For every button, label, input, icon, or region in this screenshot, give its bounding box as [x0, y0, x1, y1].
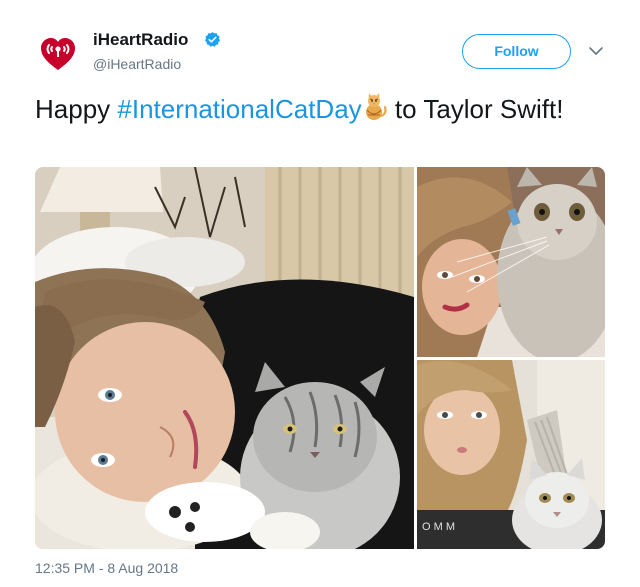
- follow-button[interactable]: Follow: [462, 34, 571, 69]
- photo-woman-with-cat-selfie[interactable]: [417, 167, 605, 357]
- tweet-text-prefix: Happy: [35, 94, 118, 124]
- account-name[interactable]: iHeartRadio: [93, 30, 188, 50]
- photo-woman-with-cat-in-bed[interactable]: [35, 167, 414, 549]
- svg-text:O M M: O M M: [422, 521, 455, 533]
- verified-badge-icon: [204, 31, 221, 48]
- tweet-card: iHeartRadio @iHeartRadio Follow Happy #I…: [0, 0, 640, 587]
- iheartradio-logo-avatar[interactable]: [37, 34, 79, 76]
- tweet-timestamp[interactable]: 12:35 PM - 8 Aug 2018: [35, 560, 178, 576]
- tweet-text-suffix: to Taylor Swift!: [387, 94, 564, 124]
- cat-face-emoji-icon: [362, 92, 388, 122]
- media-grid: O M M: [35, 167, 605, 549]
- account-handle[interactable]: @iHeartRadio: [93, 56, 181, 72]
- photo-woman-with-cat-closeup[interactable]: O M M: [417, 360, 605, 549]
- chevron-down-icon[interactable]: [588, 44, 604, 56]
- hashtag-link[interactable]: #InternationalCatDay: [117, 94, 361, 124]
- tweet-text: Happy #InternationalCatDay to Taylor Swi…: [35, 92, 595, 125]
- iheartradio-logo-icon: [41, 38, 75, 70]
